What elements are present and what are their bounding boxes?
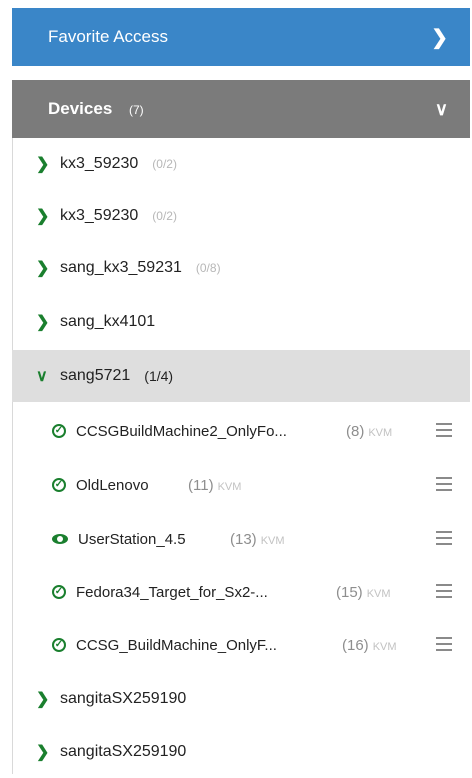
device-row-sang-kx4101[interactable]: ❯ sang_kx4101 bbox=[12, 296, 470, 348]
target-count: (16) KVM bbox=[342, 636, 397, 654]
device-name: sang_kx4101 bbox=[60, 313, 156, 330]
chevron-right-icon[interactable]: ❯ bbox=[431, 25, 448, 50]
device-count: (0/2) bbox=[152, 209, 177, 223]
chevron-right-icon[interactable]: ❯ bbox=[36, 689, 58, 709]
chevron-down-icon[interactable]: ∨ bbox=[36, 366, 58, 386]
devices-count: (7) bbox=[129, 103, 144, 117]
device-count: (1/4) bbox=[144, 368, 174, 384]
chevron-right-icon[interactable]: ❯ bbox=[36, 206, 58, 226]
target-count: (13) KVM bbox=[230, 530, 285, 548]
chevron-down-icon[interactable]: ∨ bbox=[435, 99, 448, 120]
target-count: (15) KVM bbox=[336, 583, 391, 601]
hamburger-menu-icon[interactable] bbox=[436, 423, 452, 437]
devices-label: Devices bbox=[48, 99, 113, 118]
device-row-sangitasx259190-2[interactable]: ❯ sangitaSX259190 bbox=[12, 726, 470, 778]
hamburger-menu-icon[interactable] bbox=[436, 531, 452, 545]
target-name: Fedora34_Target_for_Sx2-... bbox=[76, 583, 268, 601]
target-count: (11) KVM bbox=[188, 476, 242, 494]
target-count: (8) KVM bbox=[346, 422, 393, 440]
eye-icon bbox=[52, 534, 68, 544]
target-row[interactable]: ✓ CCSG_BuildMachine_OnlyF... (16) KVM bbox=[12, 619, 470, 671]
device-name: sangitaSX259190 bbox=[60, 743, 187, 760]
check-circle-icon: ✓ bbox=[52, 478, 66, 492]
target-name: UserStation_4.5 bbox=[78, 530, 186, 548]
check-circle-icon: ✓ bbox=[52, 585, 66, 599]
favorite-access-label: Favorite Access bbox=[48, 27, 168, 46]
check-circle-icon: ✓ bbox=[52, 424, 66, 438]
chevron-right-icon[interactable]: ❯ bbox=[36, 742, 58, 762]
chevron-right-icon[interactable]: ❯ bbox=[36, 312, 58, 332]
device-name: kx3_59230 bbox=[60, 207, 139, 224]
target-name: CCSGBuildMachine2_OnlyFo... bbox=[76, 422, 287, 440]
device-name: sangitaSX259190 bbox=[60, 690, 187, 707]
device-count: (0/2) bbox=[152, 157, 177, 171]
hamburger-menu-icon[interactable] bbox=[436, 477, 452, 491]
device-row-kx3-59230[interactable]: ❯ kx3_59230 (0/2) bbox=[12, 138, 470, 190]
chevron-right-icon[interactable]: ❯ bbox=[36, 154, 58, 174]
target-row[interactable]: ✓ OldLenovo (11) KVM bbox=[12, 459, 470, 511]
access-panel: Favorite Access ❯ Devices (7) ∨ ❯ kx3_59… bbox=[12, 0, 470, 774]
chevron-right-icon[interactable]: ❯ bbox=[36, 258, 58, 278]
favorite-access-header[interactable]: Favorite Access ❯ bbox=[12, 8, 470, 66]
device-row-sang-kx3-59231[interactable]: ❯ sang_kx3_59231 (0/8) bbox=[12, 242, 470, 294]
target-row[interactable]: ✓ CCSGBuildMachine2_OnlyFo... (8) KVM bbox=[12, 405, 470, 457]
hamburger-menu-icon[interactable] bbox=[436, 584, 452, 598]
hamburger-menu-icon[interactable] bbox=[436, 637, 452, 651]
device-row-sang5721[interactable]: ∨ sang5721 (1/4) bbox=[12, 350, 470, 402]
device-name: sang_kx3_59231 bbox=[60, 259, 182, 276]
target-name: CCSG_BuildMachine_OnlyF... bbox=[76, 636, 277, 654]
device-row-sangitasx259190[interactable]: ❯ sangitaSX259190 bbox=[12, 673, 470, 725]
check-circle-icon: ✓ bbox=[52, 638, 66, 652]
device-row-kx3-59230-2[interactable]: ❯ kx3_59230 (0/2) bbox=[12, 190, 470, 242]
devices-header[interactable]: Devices (7) ∨ bbox=[12, 80, 470, 138]
target-row[interactable]: ✓ Fedora34_Target_for_Sx2-... (15) KVM bbox=[12, 566, 470, 618]
device-count: (0/8) bbox=[195, 261, 221, 275]
target-row[interactable]: UserStation_4.5 (13) KVM bbox=[12, 513, 470, 565]
target-name: OldLenovo bbox=[76, 476, 149, 494]
device-name: kx3_59230 bbox=[60, 155, 139, 172]
device-name: sang5721 bbox=[60, 367, 131, 384]
